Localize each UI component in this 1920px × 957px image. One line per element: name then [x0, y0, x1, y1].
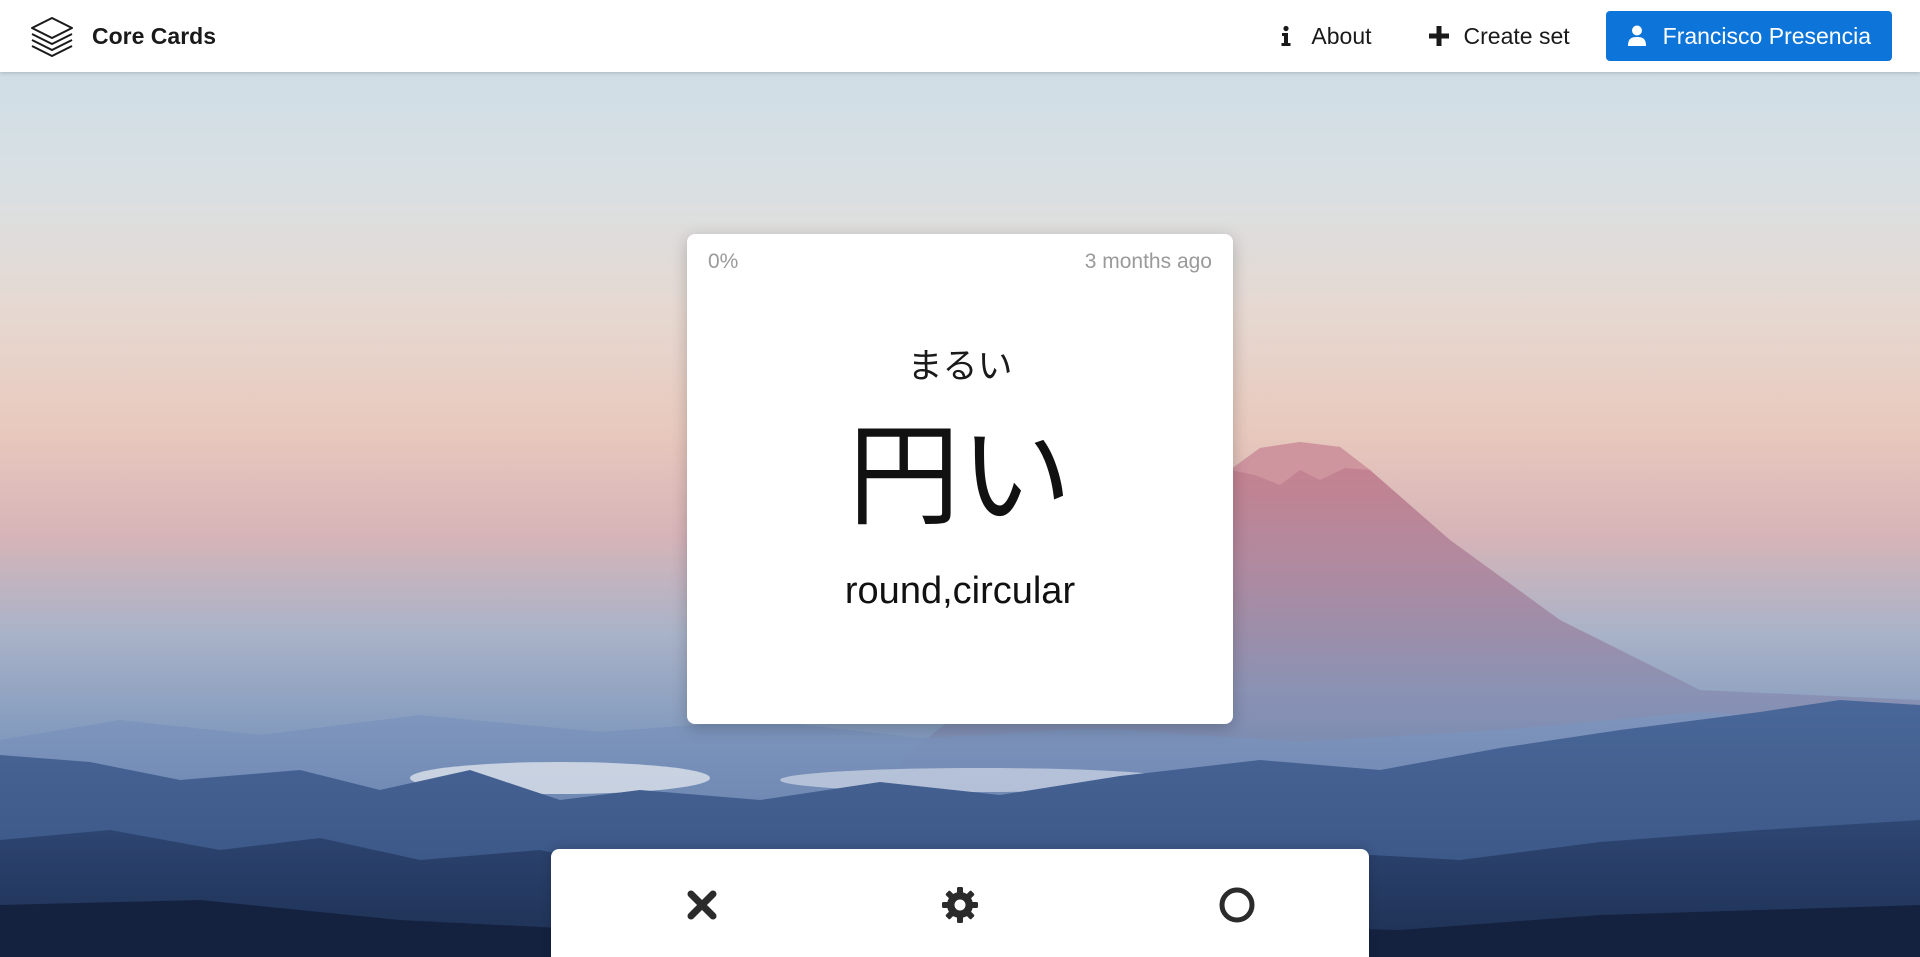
about-link[interactable]: About [1247, 23, 1399, 50]
wrong-answer-button[interactable] [682, 885, 722, 925]
user-profile-button[interactable]: Francisco Presencia [1605, 11, 1892, 61]
card-word: 円い [848, 412, 1072, 542]
about-label: About [1311, 22, 1372, 49]
info-icon [1281, 25, 1291, 46]
stacked-layers-icon [31, 17, 73, 57]
card-last-seen: 3 months ago [1084, 250, 1212, 273]
card-reading: まるい [907, 347, 1013, 387]
card-progress: 0% [708, 250, 739, 273]
create-set-link[interactable]: Create set [1400, 23, 1598, 50]
settings-button[interactable] [940, 885, 980, 925]
card-meaning: round,circular [844, 570, 1076, 612]
top-navbar: Core Cards About Create set Francisco Pr… [0, 0, 1920, 72]
nav-menu: About Create set Francisco Presencia [1247, 0, 1920, 72]
create-set-label: Create set [1463, 22, 1570, 49]
flash-card[interactable]: 0% 3 months ago まるい 円い round,circular [687, 234, 1233, 724]
circle-icon [1219, 887, 1255, 923]
user-name: Francisco Presencia [1662, 22, 1871, 49]
brand-home-link[interactable]: Core Cards [28, 14, 216, 58]
plus-icon [1428, 26, 1449, 46]
brand-name: Core Cards [92, 22, 216, 49]
answer-bar [551, 849, 1369, 957]
gear-icon [942, 887, 978, 923]
user-icon [1627, 25, 1646, 46]
right-answer-button[interactable] [1217, 885, 1257, 925]
cross-icon [687, 890, 717, 920]
